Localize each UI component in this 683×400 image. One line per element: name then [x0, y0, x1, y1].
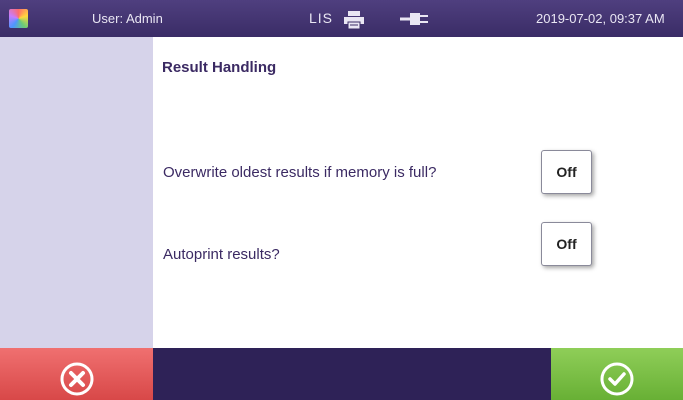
- lis-status-label: LIS: [309, 10, 334, 26]
- overwrite-results-toggle[interactable]: Off: [541, 150, 592, 194]
- user-label: User: Admin: [92, 11, 163, 26]
- page-title: Result Handling: [162, 59, 277, 76]
- printer-icon: [344, 11, 364, 30]
- datetime-display: 2019-07-02, 09:37 AM: [536, 11, 665, 26]
- autoprint-label: Autoprint results?: [163, 246, 280, 263]
- status-bar: User: Admin LIS 2019-07-02, 09:37 AM: [0, 0, 683, 37]
- cancel-button[interactable]: [0, 348, 153, 400]
- cancel-x-icon: [60, 362, 93, 396]
- main-panel: Result Handling Overwrite oldest results…: [153, 37, 683, 348]
- overwrite-results-label: Overwrite oldest results if memory is fu…: [163, 164, 437, 181]
- confirm-button[interactable]: [551, 348, 683, 400]
- power-plug-icon: [400, 13, 428, 25]
- app-logo-icon: [9, 9, 28, 28]
- action-bar: [0, 348, 683, 400]
- autoprint-toggle[interactable]: Off: [541, 222, 592, 266]
- confirm-check-icon: [600, 362, 634, 396]
- sidebar: [0, 37, 153, 348]
